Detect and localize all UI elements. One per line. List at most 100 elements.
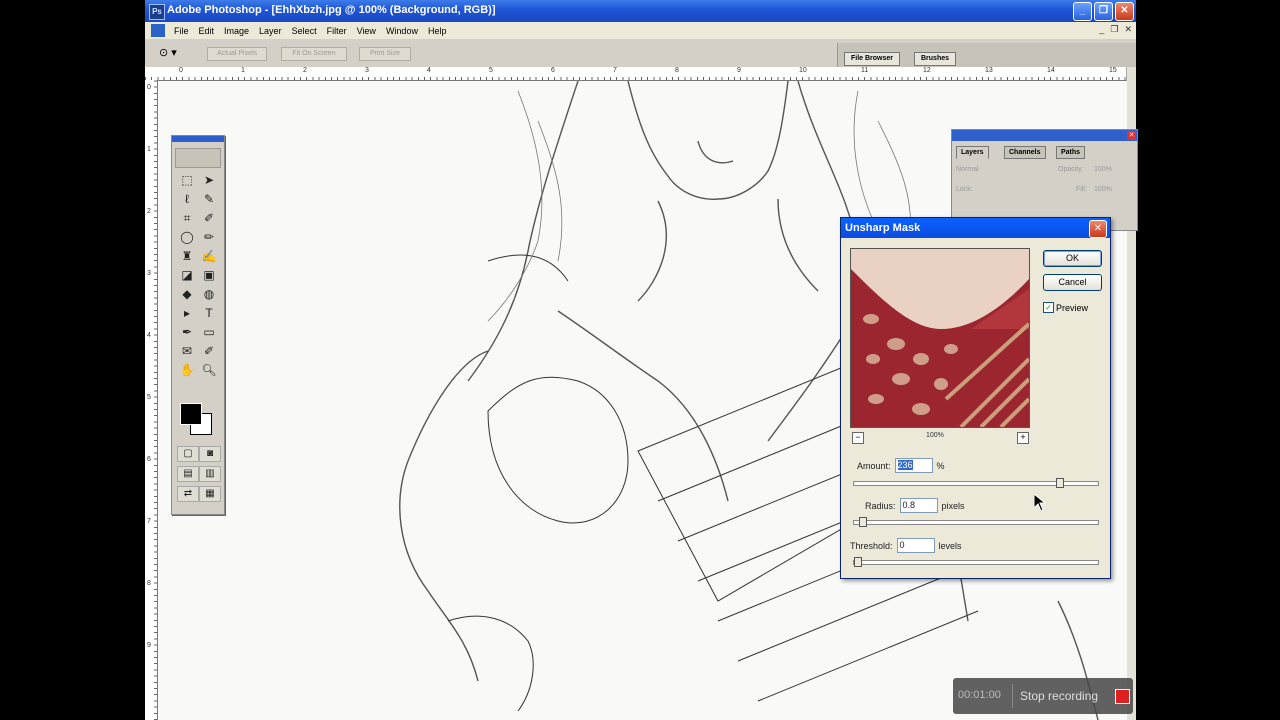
file-browser-tab[interactable]: File Browser <box>844 52 901 66</box>
ruler-tick-label: 4 <box>427 67 431 74</box>
menu-window[interactable]: Window <box>381 26 423 36</box>
window-controls: _ ❐ ✕ <box>1073 2 1134 21</box>
fit-on-screen-button[interactable]: Fit On Screen <box>281 47 347 61</box>
blur-tool-icon[interactable]: ◆ <box>177 286 197 302</box>
amount-value: 236 <box>897 460 913 470</box>
clone-stamp-tool-icon[interactable]: ♜ <box>177 248 197 264</box>
threshold-input[interactable]: 0 <box>896 538 935 553</box>
tab-layers[interactable]: Layers <box>956 146 989 159</box>
cancel-button[interactable]: Cancel <box>1043 274 1102 291</box>
document-icon[interactable] <box>151 24 165 37</box>
threshold-row: Threshold: 0 levels <box>850 538 962 553</box>
menu-select[interactable]: Select <box>287 26 322 36</box>
tab-channels[interactable]: Channels <box>1004 146 1046 159</box>
hand-tool-icon[interactable]: ✋ <box>177 362 197 378</box>
standard-screen-mode-icon[interactable]: ▤ <box>177 466 199 482</box>
full-screen-mode-icon[interactable]: ▦ <box>199 486 221 502</box>
preview-checkbox[interactable]: ✓ <box>1043 302 1054 313</box>
amount-slider[interactable] <box>853 478 1099 488</box>
minimize-button[interactable]: _ <box>1073 2 1092 21</box>
restore-button[interactable]: ❐ <box>1094 2 1113 21</box>
menu-layer[interactable]: Layer <box>254 26 287 36</box>
ruler-tick-label: 8 <box>147 580 151 587</box>
eyedropper-tool-icon[interactable]: ✐ <box>199 343 219 359</box>
stop-recording-button[interactable] <box>1115 689 1130 704</box>
filter-preview[interactable] <box>850 248 1030 428</box>
shape-tool-icon[interactable]: ▭ <box>199 324 219 340</box>
menu-image[interactable]: Image <box>219 26 254 36</box>
gradient-tool-icon[interactable]: ▣ <box>199 267 219 283</box>
doc-minimize-icon[interactable]: _ <box>1099 24 1104 35</box>
actual-pixels-button[interactable]: Actual Pixels <box>207 47 267 61</box>
history-brush-tool-icon[interactable]: ✍ <box>199 248 219 264</box>
zoom-out-button[interactable]: − <box>852 432 864 444</box>
zoom-tool-preset-icon[interactable]: ⊙ ▾ <box>159 46 181 60</box>
close-button[interactable]: ✕ <box>1115 2 1134 21</box>
standard-mode-icon[interactable]: ▢ <box>177 446 199 462</box>
lock-label: Lock: <box>956 186 973 193</box>
move-tool-icon[interactable]: ➤ <box>199 172 219 188</box>
quick-mask-mode-icon[interactable]: ◙ <box>199 446 221 462</box>
ruler-tick-label: 0 <box>179 67 183 74</box>
crop-tool-icon[interactable]: ⌗ <box>177 210 197 226</box>
path-selection-tool-icon[interactable]: ▸ <box>177 305 197 321</box>
ruler-tick-label: 6 <box>551 67 555 74</box>
jump-to-imageready-icon[interactable]: ⇄ <box>177 486 199 502</box>
threshold-slider[interactable] <box>853 557 1099 567</box>
notes-tool-icon[interactable]: ✉ <box>177 343 197 359</box>
ok-button[interactable]: OK <box>1043 250 1102 267</box>
radius-label: Radius: <box>865 500 896 511</box>
fill-field[interactable]: 100% <box>1094 186 1112 193</box>
dialog-title-bar[interactable]: Unsharp Mask <box>841 218 1110 238</box>
ruler-tick-label: 1 <box>147 146 151 153</box>
doc-restore-icon[interactable]: ❐ <box>1110 24 1118 35</box>
toolbox-title-bar[interactable] <box>172 136 224 142</box>
dodge-tool-icon[interactable]: ◍ <box>199 286 219 302</box>
zoom-in-button[interactable]: + <box>1017 432 1029 444</box>
layers-palette-title-bar[interactable] <box>952 130 1137 141</box>
dialog-close-button[interactable]: ✕ <box>1089 220 1107 238</box>
brushes-tab[interactable]: Brushes <box>914 52 957 66</box>
pen-tool-icon[interactable]: ✒ <box>177 324 197 340</box>
menu-filter[interactable]: Filter <box>322 26 352 36</box>
fill-label: Fill: <box>1076 186 1087 193</box>
zoom-tool-icon[interactable]: 🔍︎ <box>199 362 219 378</box>
color-swatches[interactable] <box>178 401 214 437</box>
radius-slider-thumb[interactable] <box>859 517 868 527</box>
magic-wand-tool-icon[interactable]: ✎ <box>199 191 219 207</box>
adobe-online-icon[interactable] <box>175 148 221 168</box>
eraser-tool-icon[interactable]: ◪ <box>177 267 197 283</box>
radius-input[interactable]: 0.8 <box>899 498 938 513</box>
radius-slider[interactable] <box>853 517 1099 527</box>
ruler-tick-label: 2 <box>303 67 307 74</box>
menu-help[interactable]: Help <box>423 26 452 36</box>
full-screen-menu-mode-icon[interactable]: ▥ <box>199 466 221 482</box>
tab-paths[interactable]: Paths <box>1056 146 1086 159</box>
lasso-tool-icon[interactable]: ℓ <box>177 191 197 207</box>
blend-mode-select[interactable]: Normal <box>956 166 979 173</box>
brush-tool-icon[interactable]: ✏ <box>199 229 219 245</box>
ruler-tick-label: 3 <box>365 67 369 74</box>
ruler-tick-label: 5 <box>147 394 151 401</box>
threshold-slider-thumb[interactable] <box>854 557 862 567</box>
type-tool-icon[interactable]: T <box>199 305 219 321</box>
recorder-divider <box>1012 684 1013 708</box>
amount-slider-thumb[interactable] <box>1056 478 1065 488</box>
menu-view[interactable]: View <box>352 26 381 36</box>
stop-recording-label[interactable]: Stop recording <box>1020 689 1098 703</box>
recording-timer: 00:01:00 <box>958 689 1001 701</box>
amount-input[interactable]: 236 <box>894 458 933 473</box>
threshold-label: Threshold: <box>850 540 893 551</box>
print-size-button[interactable]: Print Size <box>359 47 411 61</box>
ruler-tick-label: 0 <box>147 84 151 91</box>
menu-file[interactable]: File <box>169 26 194 36</box>
opacity-field[interactable]: 100% <box>1094 166 1112 173</box>
slice-tool-icon[interactable]: ✐ <box>199 210 219 226</box>
menu-edit[interactable]: Edit <box>194 26 220 36</box>
healing-brush-tool-icon[interactable]: ◯ <box>177 229 197 245</box>
palette-close-icon[interactable]: ✕ <box>1127 131 1136 140</box>
ruler-tick-label: 9 <box>147 642 151 649</box>
marquee-tool-icon[interactable]: ⬚ <box>177 172 197 188</box>
doc-close-icon[interactable]: ✕ <box>1124 24 1132 35</box>
foreground-color-swatch[interactable] <box>180 403 202 425</box>
